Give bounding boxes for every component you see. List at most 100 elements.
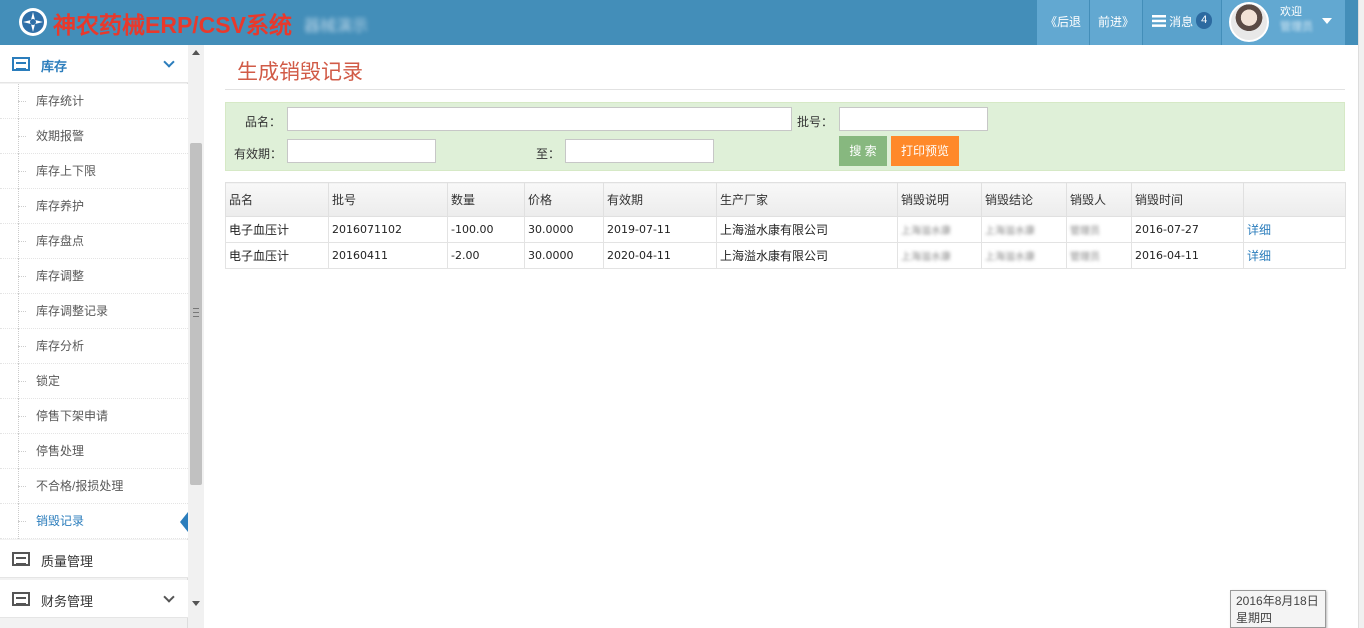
cell-batch: 2016071102 [328,216,448,243]
sidebar-item[interactable]: 库存分析 [0,329,188,364]
detail-link[interactable]: 详细 [1247,249,1271,263]
messages-button[interactable]: 消息 4 [1143,0,1221,45]
sidebar-menu-label: 库存 [41,59,68,74]
sidebar-item[interactable]: 库存养护 [0,189,188,224]
forward-button[interactable]: 前进》 [1090,0,1142,45]
destruction-records-table: 品名 批号 数量 价格 有效期 生产厂家 销毁说明 销毁结论 销毁人 销毁时间 … [225,182,1346,269]
title-divider [225,89,1345,90]
column-header[interactable]: 生产厂家 [716,182,898,217]
cell-destruction-time: 2016-04-11 [1131,242,1244,269]
cell-destruction-note: 上海溢水康 [897,216,982,243]
expiry-from-input[interactable] [287,139,436,163]
cell-action: 详细 [1243,216,1346,243]
sidebar-item[interactable]: 库存盘点 [0,224,188,259]
column-header[interactable]: 价格 [524,182,604,217]
welcome-text: 欢迎 [1280,6,1302,18]
sidebar-item[interactable]: 停售下架申请 [0,399,188,434]
batch-input[interactable] [839,107,988,131]
weekday-text: 星期四 [1236,611,1273,625]
cell-manufacturer: 上海溢水康有限公司 [716,242,898,269]
table-header-row: 品名 批号 数量 价格 有效期 生产厂家 销毁说明 销毁结论 销毁人 销毁时间 [225,182,1346,217]
app-title: 神农药械ERP/CSV系统 [53,12,292,38]
scrollbar-thumb[interactable] [190,143,202,485]
sidebar-item[interactable]: 效期报警 [0,119,188,154]
sidebar-menu-label: 财务管理 [41,594,94,609]
cell-expiry: 2020-04-11 [603,242,717,269]
column-header[interactable]: 批号 [328,182,448,217]
sidebar-menu-inventory[interactable]: 库存 [0,45,188,83]
sidebar-item[interactable]: 库存统计 [0,84,188,119]
detail-link[interactable]: 详细 [1247,223,1271,237]
user-menu[interactable]: 欢迎 管理员 [1222,0,1345,45]
sidebar-menu-finance[interactable]: 财务管理 [0,580,188,618]
avatar [1229,2,1269,42]
messages-count-badge: 4 [1196,12,1213,29]
list-icon [12,552,30,566]
app-subtitle: 器械演示 [304,18,369,35]
window-edge [1358,0,1364,628]
scroll-down-icon[interactable] [192,601,200,606]
column-header[interactable]: 销毁说明 [897,182,982,217]
column-header [1243,182,1346,217]
list-icon [12,592,30,606]
cell-product-name: 电子血压计 [225,242,329,269]
top-navbar: 神农药械ERP/CSV系统 器械演示 《后退 前进》 消息 4 欢迎 管理员 [0,0,1364,45]
column-header[interactable]: 有效期 [603,182,717,217]
cell-product-name: 电子血压计 [225,216,329,243]
print-preview-button[interactable]: 打印预览 [891,136,959,166]
sidebar-item[interactable]: 库存上下限 [0,154,188,189]
cell-destruction-time: 2016-07-27 [1131,216,1244,243]
inventory-submenu: 库存统计 效期报警 库存上下限 库存养护 库存盘点 库存调整 库存调整记录 库存… [0,84,188,539]
sidebar-menu-quality[interactable]: 质量管理 [0,540,188,578]
cell-quantity: -100.00 [447,216,525,243]
cell-price: 30.0000 [524,242,604,269]
sidebar-item[interactable]: 锁定 [0,364,188,399]
scroll-up-icon[interactable] [192,50,200,55]
cell-destruction-conclusion: 上海溢水康 [981,216,1067,243]
column-header[interactable]: 品名 [225,182,329,217]
list-icon [1151,15,1166,27]
table-row: 电子血压计 2016071102 -100.00 30.0000 2019-07… [225,216,1346,243]
cell-manufacturer: 上海溢水康有限公司 [716,216,898,243]
date-tooltip: 2016年8月18日 星期四 [1230,590,1326,628]
expiry-to-input[interactable] [565,139,714,163]
date-text: 2016年8月18日 [1236,594,1319,608]
cell-destroyed-by: 管理员 [1066,216,1132,243]
active-indicator-icon [180,512,188,532]
cell-destroyed-by: 管理员 [1066,242,1132,269]
sidebar-scrollbar[interactable] [188,45,204,628]
column-header[interactable]: 销毁时间 [1131,182,1244,217]
username: 管理员 [1280,21,1313,33]
caret-down-icon [1322,18,1332,24]
column-header[interactable]: 数量 [447,182,525,217]
logo-icon [19,8,47,36]
expiry-label: 有效期： [234,147,283,161]
chevron-down-icon [163,56,175,68]
column-header[interactable]: 销毁人 [1066,182,1132,217]
grip-icon [193,308,199,317]
sidebar-item-label: 销毁记录 [36,514,85,528]
search-panel: 品名： 批号： 有效期： 至： 搜 索 打印预览 [225,102,1345,171]
cell-expiry: 2019-07-11 [603,216,717,243]
sidebar-item[interactable]: 不合格/报损处理 [0,469,188,504]
back-button[interactable]: 《后退 [1037,0,1089,45]
messages-label: 消息 [1169,15,1194,29]
sidebar-menu-label: 质量管理 [41,554,94,569]
cell-price: 30.0000 [524,216,604,243]
table-row: 电子血压计 20160411 -2.00 30.0000 2020-04-11 … [225,242,1346,269]
cell-action: 详细 [1243,242,1346,269]
search-button[interactable]: 搜 索 [839,136,887,166]
batch-label: 批号： [797,115,834,129]
cell-batch: 20160411 [328,242,448,269]
cell-destruction-note: 上海溢水康 [897,242,982,269]
sidebar: 库存 库存统计 效期报警 库存上下限 库存养护 库存盘点 库存调整 库存调整记录… [0,45,188,628]
cell-quantity: -2.00 [447,242,525,269]
page-title: 生成销毁记录 [237,61,363,84]
sidebar-item[interactable]: 库存调整记录 [0,294,188,329]
column-header[interactable]: 销毁结论 [981,182,1067,217]
sidebar-item[interactable]: 库存调整 [0,259,188,294]
to-label: 至： [536,147,561,161]
sidebar-item[interactable]: 停售处理 [0,434,188,469]
sidebar-item-active[interactable]: 销毁记录 [0,504,188,539]
name-input[interactable] [287,107,792,131]
